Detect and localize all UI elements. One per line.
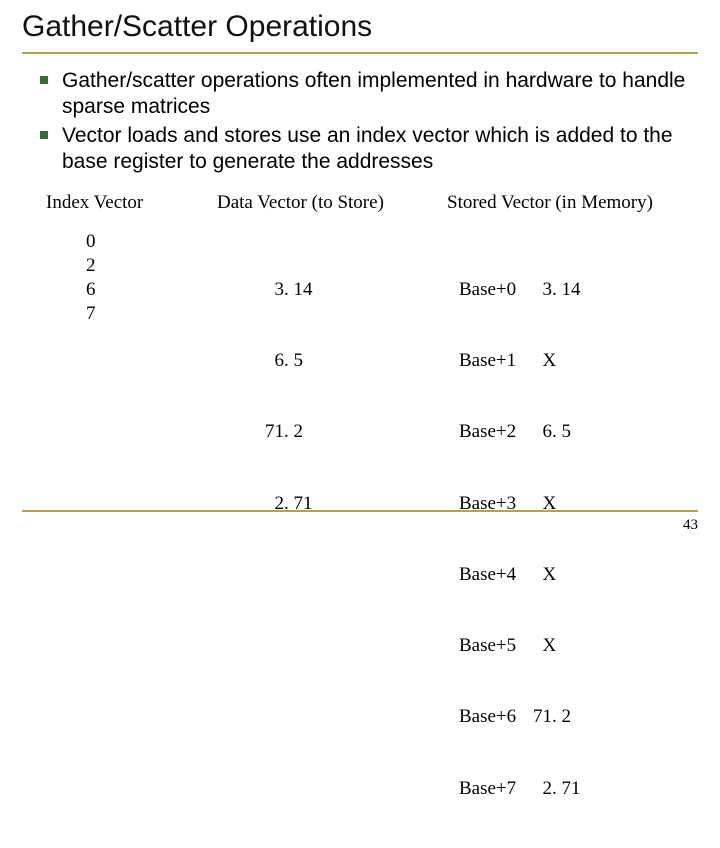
stored-row: Base+671. 2 <box>459 705 698 729</box>
stored-row: Base+5 X <box>459 634 698 658</box>
stored-addr: Base+0 <box>459 278 533 302</box>
stored-row: Base+7 2. 71 <box>459 777 698 801</box>
data-value: 71. 2 <box>265 420 447 444</box>
stored-val: 71. 2 <box>533 705 571 729</box>
page-number: 43 <box>683 517 698 534</box>
stored-addr: Base+7 <box>459 777 533 801</box>
index-value: 7 <box>86 302 217 326</box>
stored-row: Base+4 X <box>459 563 698 587</box>
data-values: 3. 14 6. 5 71. 2 2. 71 <box>217 230 447 563</box>
index-value: 6 <box>86 278 217 302</box>
index-value: 2 <box>86 254 217 278</box>
bullet-square-icon <box>40 131 48 139</box>
bullet-square-icon <box>40 76 48 84</box>
slide-title: Gather/Scatter Operations <box>22 10 698 50</box>
stored-addr: Base+1 <box>459 349 533 373</box>
column-header: Stored Vector (in Memory) <box>447 192 698 214</box>
bullet-item: Vector loads and stores use an index vec… <box>40 123 698 174</box>
title-rule <box>22 52 698 54</box>
stored-vector-column: Stored Vector (in Memory) Base+0 3. 14 B… <box>447 192 698 848</box>
data-vector-column: Data Vector (to Store) 3. 14 6. 5 71. 2 … <box>217 192 447 848</box>
stored-rows: Base+0 3. 14 Base+1 X Base+2 6. 5 Base+3… <box>447 230 698 848</box>
stored-val: X <box>533 349 556 373</box>
index-vector-column: Index Vector 0 2 6 7 <box>22 192 217 848</box>
stored-val: X <box>533 563 556 587</box>
stored-val: X <box>533 634 556 658</box>
stored-row: Base+2 6. 5 <box>459 420 698 444</box>
data-value: 6. 5 <box>265 349 447 373</box>
bullet-text: Gather/scatter operations often implemen… <box>62 68 698 119</box>
bottom-rule <box>22 510 698 512</box>
stored-addr: Base+2 <box>459 420 533 444</box>
stored-row: Base+0 3. 14 <box>459 278 698 302</box>
index-values: 0 2 6 7 <box>46 230 217 325</box>
index-value: 0 <box>86 230 217 254</box>
stored-row: Base+1 X <box>459 349 698 373</box>
stored-val: 3. 14 <box>533 278 581 302</box>
bullet-item: Gather/scatter operations often implemen… <box>40 68 698 119</box>
slide: Gather/Scatter Operations Gather/scatter… <box>0 0 720 540</box>
bullet-text: Vector loads and stores use an index vec… <box>62 123 698 174</box>
stored-addr: Base+6 <box>459 705 533 729</box>
stored-val: 6. 5 <box>533 420 571 444</box>
columns: Index Vector 0 2 6 7 Data Vector (to Sto… <box>22 192 698 848</box>
column-header: Index Vector <box>46 192 217 214</box>
bullet-list: Gather/scatter operations often implemen… <box>40 68 698 174</box>
data-value: 3. 14 <box>265 278 447 302</box>
stored-addr: Base+5 <box>459 634 533 658</box>
stored-addr: Base+4 <box>459 563 533 587</box>
stored-val: 2. 71 <box>533 777 581 801</box>
column-header: Data Vector (to Store) <box>217 192 447 214</box>
